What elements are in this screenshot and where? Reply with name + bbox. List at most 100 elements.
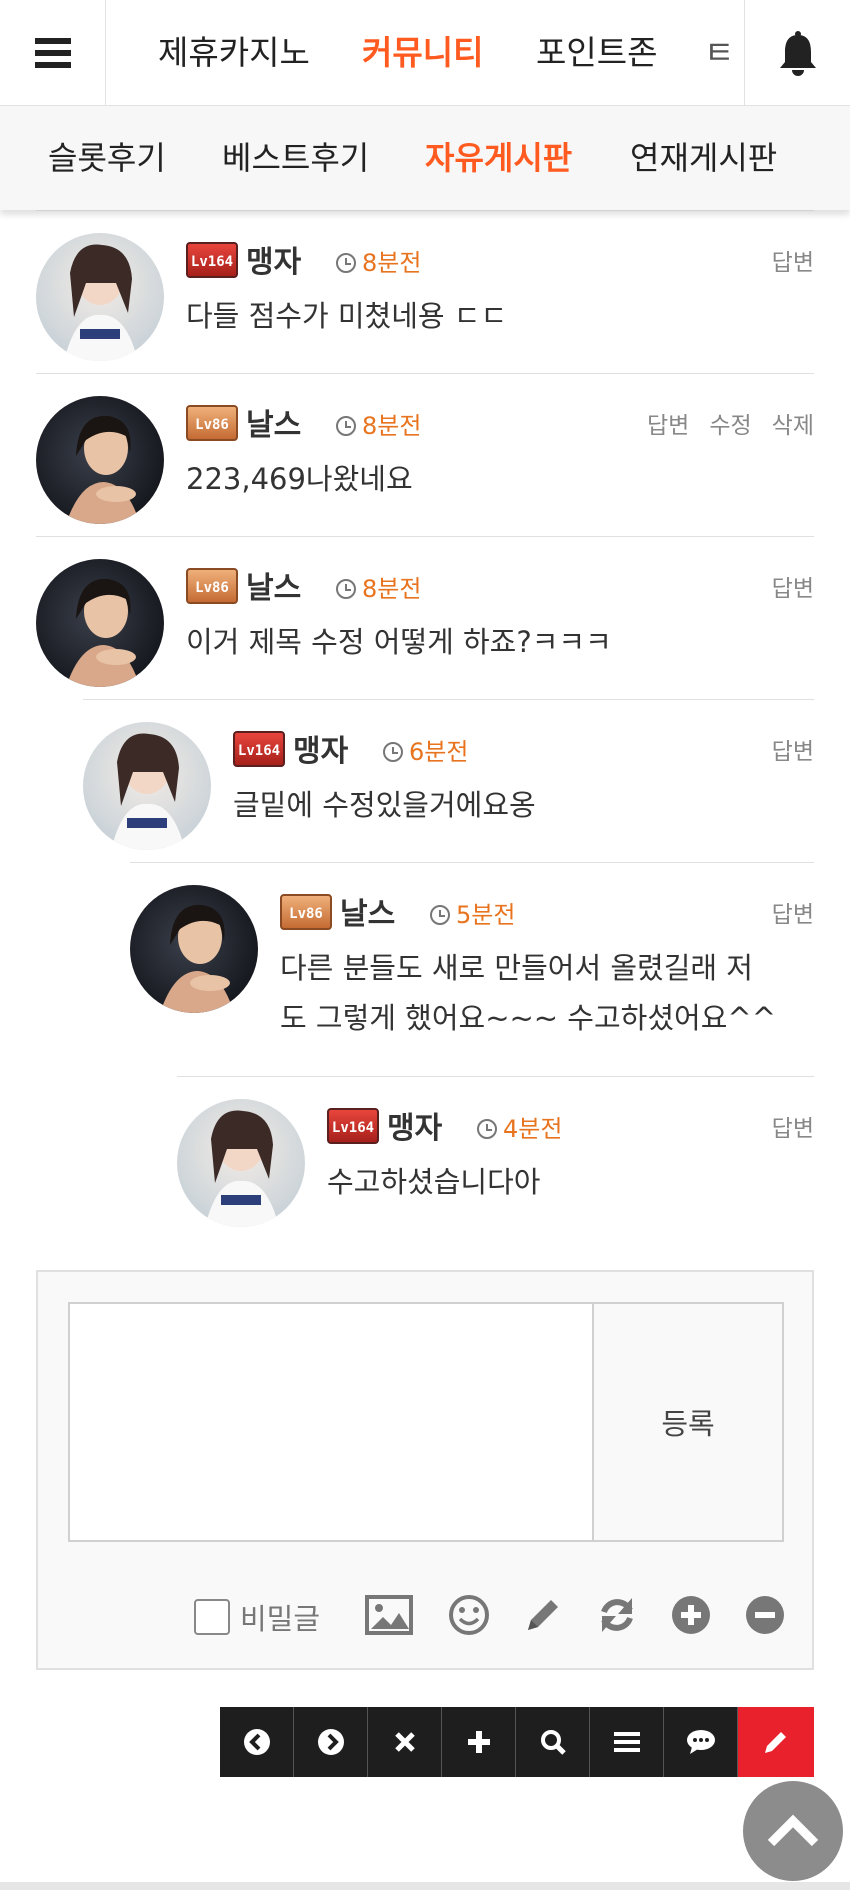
clock-icon	[336, 416, 356, 436]
subnav-tab-serial-board[interactable]: 연재게시판	[630, 106, 777, 210]
bottom-bar	[0, 1882, 850, 1890]
prev-button[interactable]	[220, 1707, 294, 1777]
edit-button[interactable]	[518, 1590, 568, 1640]
comment-input[interactable]	[68, 1302, 594, 1542]
comment-text: 다른 분들도 새로 만들어서 올렸길래 저 도 그렇게 했어요~~~ 수고하셨어…	[280, 943, 776, 1043]
comment-time-label: 8분전	[362, 249, 422, 277]
close-icon	[394, 1732, 415, 1752]
comment-author[interactable]: 맹자	[293, 726, 348, 770]
reply-link[interactable]: 답변	[647, 413, 689, 439]
board-toolbar	[220, 1707, 814, 1777]
comment-author[interactable]: 날스	[246, 563, 301, 607]
submit-button[interactable]: 등록	[594, 1302, 784, 1542]
reply-link[interactable]: 답변	[772, 1116, 814, 1142]
list-button[interactable]	[590, 1707, 664, 1777]
level-badge: Lv86	[280, 894, 332, 930]
reply-link[interactable]: 답변	[772, 902, 814, 928]
subnav-tab-slot-review[interactable]: 슬롯후기	[48, 106, 166, 210]
level-badge: Lv86	[186, 568, 238, 604]
emoji-button[interactable]	[444, 1590, 494, 1640]
nav-tab-partial-label: ㅌ	[704, 33, 735, 72]
comment-item: Lv86 날스 8분전 답변 이거 제목 수정 어떻게 하죠?ㅋㅋㅋ	[36, 536, 814, 699]
comment-author[interactable]: 맹자	[246, 237, 301, 281]
reply-comment-item: Lv164 맹자 4분전 답변 수고하셨습니다아	[177, 1076, 814, 1239]
plus-icon	[467, 1731, 490, 1753]
level-badge: Lv164	[327, 1108, 379, 1144]
comment-time: 8분전	[336, 569, 421, 604]
level-badge: Lv164	[186, 242, 238, 278]
comment-item: Lv164 맹자 8분전 답변 다들 점수가 미쳤네용 ㄷㄷ	[36, 210, 814, 373]
bell-icon	[779, 31, 816, 76]
comment-time-label: 8분전	[362, 412, 422, 440]
shrink-button[interactable]	[740, 1590, 790, 1640]
edit-link[interactable]: 수정	[709, 413, 751, 439]
secret-checkbox[interactable]: 비밀글	[194, 1592, 320, 1642]
avatar	[36, 396, 164, 524]
notification-button[interactable]	[744, 0, 850, 106]
comment-author[interactable]: 날스	[246, 400, 301, 444]
reply-link[interactable]: 답변	[772, 576, 814, 602]
comment-author[interactable]: 날스	[340, 889, 395, 933]
write-button[interactable]	[738, 1707, 814, 1777]
secret-label: 비밀글	[240, 1602, 321, 1636]
hamburger-menu-icon	[34, 38, 71, 68]
clock-icon	[336, 253, 356, 273]
pencil-icon	[528, 1600, 558, 1630]
comment-actions: 답변	[752, 569, 814, 603]
comment-button[interactable]	[664, 1707, 738, 1777]
image-button[interactable]	[364, 1590, 414, 1640]
comment-item: Lv86 날스 8분전 답변 수정 삭제 223,469나왔네요	[36, 373, 814, 536]
refresh-icon	[601, 1598, 633, 1632]
nav-tab-point-zone[interactable]: 포인트존	[536, 0, 657, 106]
comment-time: 5분전	[430, 895, 515, 930]
subnav-tab-free-board[interactable]: 자유게시판	[425, 106, 572, 210]
avatar	[36, 233, 164, 361]
search-icon	[540, 1730, 566, 1755]
comment-time-label: 5분전	[456, 901, 516, 929]
close-button[interactable]	[368, 1707, 442, 1777]
plus-circle-icon	[672, 1596, 710, 1634]
comment-actions: 답변	[752, 732, 814, 766]
list-icon	[613, 1732, 640, 1752]
nav-tab-partial[interactable]: ㅌ	[700, 0, 744, 106]
comment-time: 4분전	[477, 1109, 562, 1144]
reply-link[interactable]: 답변	[772, 739, 814, 765]
image-icon	[365, 1595, 413, 1635]
refresh-button[interactable]	[592, 1590, 642, 1640]
minus-circle-icon	[746, 1596, 784, 1634]
comment-text-line: 도 그렇게 했어요~~~ 수고하셨어요^^	[280, 1001, 776, 1035]
menu-button[interactable]	[0, 0, 106, 106]
clock-icon	[477, 1119, 497, 1139]
level-badge: Lv86	[186, 405, 238, 441]
reply-link[interactable]: 답변	[772, 250, 814, 276]
comment-time-label: 8분전	[362, 575, 422, 603]
comment-text: 수고하셨습니다아	[327, 1165, 541, 1199]
comment-text-line: 다른 분들도 새로 만들어서 올렸길래 저	[280, 951, 753, 985]
clock-icon	[336, 579, 356, 599]
avatar	[83, 722, 211, 850]
comment-text: 223,469나왔네요	[186, 462, 413, 496]
comment-actions: 답변	[752, 1109, 814, 1143]
chevron-left-icon	[243, 1729, 270, 1755]
reply-comment-item: Lv164 맹자 6분전 답변 글밑에 수정있을거에요옹	[83, 699, 814, 862]
chevron-right-icon	[317, 1729, 344, 1755]
nav-tab-community[interactable]: 커뮤니티	[362, 0, 483, 106]
clock-icon	[383, 742, 403, 762]
top-navigation: 제휴카지노 커뮤니티 포인트존 ㅌ	[0, 0, 850, 106]
emoji-icon	[449, 1595, 489, 1635]
checkbox[interactable]	[194, 1599, 230, 1635]
comment-author[interactable]: 맹자	[387, 1103, 442, 1147]
search-button[interactable]	[516, 1707, 590, 1777]
delete-link[interactable]: 삭제	[772, 413, 814, 439]
comment-text: 글밑에 수정있을거에요옹	[233, 788, 536, 822]
comment-icon	[686, 1730, 715, 1754]
add-button[interactable]	[442, 1707, 516, 1777]
next-button[interactable]	[294, 1707, 368, 1777]
nav-tab-partner-casino[interactable]: 제휴카지노	[158, 0, 310, 106]
avatar	[36, 559, 164, 687]
comment-time-label: 4분전	[503, 1115, 563, 1143]
scroll-top-button[interactable]	[743, 1781, 843, 1881]
clock-icon	[430, 905, 450, 925]
subnav-tab-best-review[interactable]: 베스트후기	[222, 106, 369, 210]
expand-button[interactable]	[666, 1590, 716, 1640]
